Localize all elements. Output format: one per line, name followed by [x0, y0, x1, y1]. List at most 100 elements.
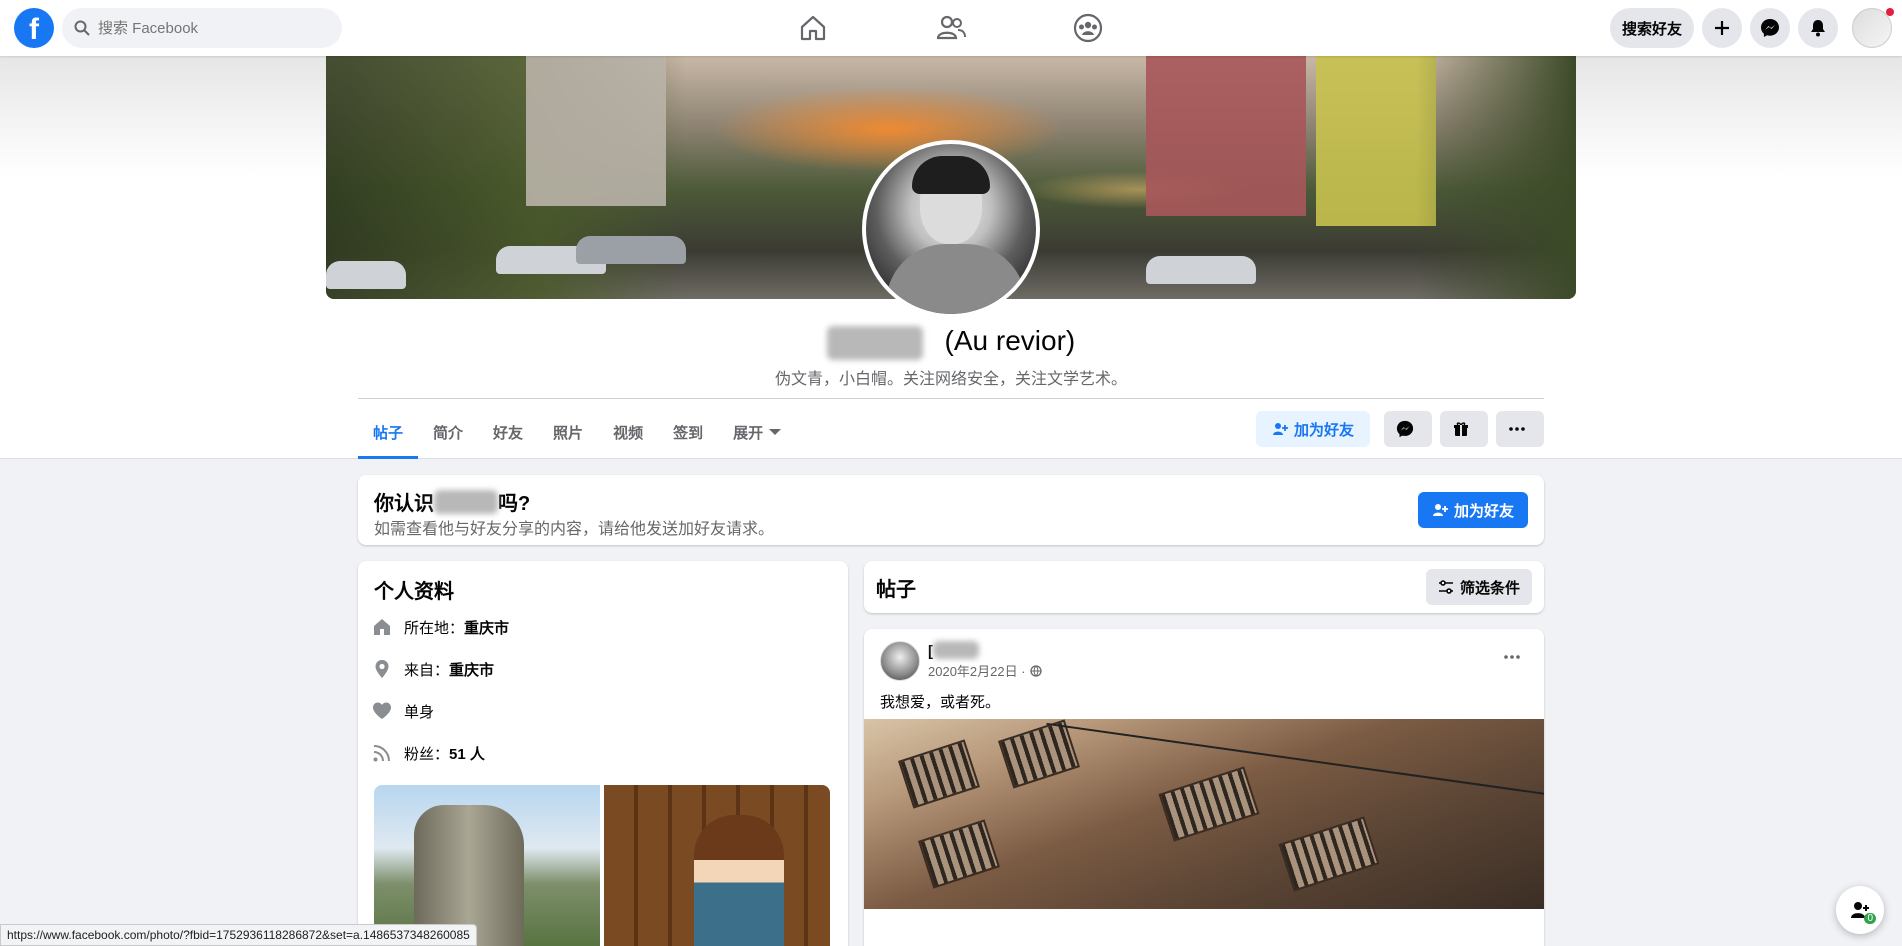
profile-bio: 伪文青，小白帽。关注网络安全，关注文学艺术。	[774, 371, 1127, 388]
intro-label: 来自：	[404, 661, 450, 679]
message-button[interactable]	[1384, 411, 1432, 447]
intro-item-hometown: 来自： 重庆市	[372, 657, 494, 681]
add-friend-icon	[1432, 504, 1448, 516]
contacts-float-button[interactable]: 0	[1836, 886, 1884, 934]
friends-icon[interactable]	[935, 12, 967, 44]
add-friend-label: 加为好友	[1453, 502, 1514, 520]
filter-button[interactable]: 筛选条件	[1425, 569, 1532, 605]
gift-icon	[1454, 422, 1468, 436]
more-options-button[interactable]	[1496, 411, 1544, 447]
gift-button[interactable]	[1440, 411, 1488, 447]
profile-picture-body	[886, 244, 1026, 314]
intro-photo-2[interactable]	[604, 785, 830, 946]
add-friend-label: 加为好友	[1294, 421, 1355, 439]
groups-icon[interactable]	[1072, 12, 1104, 44]
redacted-name	[434, 490, 498, 514]
tab-posts[interactable]: 帖子	[358, 405, 419, 459]
more-horizontal-icon	[1509, 427, 1525, 431]
float-badge: 0	[1864, 913, 1876, 924]
tab-label: 视频	[613, 424, 644, 442]
heart-icon	[372, 701, 392, 721]
intro-value: 单身	[404, 703, 435, 721]
tab-about[interactable]: 简介	[418, 405, 478, 459]
header-actions: 加为好友	[1256, 411, 1371, 447]
tab-label: 照片	[553, 424, 584, 442]
cover-building	[526, 56, 666, 206]
tab-friends[interactable]: 好友	[478, 405, 538, 459]
filter-label: 筛选条件	[1459, 579, 1520, 597]
add-friend-button-secondary[interactable]: 加为好友	[1417, 492, 1528, 528]
cover-trees-right	[1416, 56, 1576, 299]
search-input[interactable]	[98, 8, 328, 48]
redacted-name	[933, 641, 979, 659]
browser-status-url: https://www.facebook.com/photo/?fbid=175…	[0, 924, 477, 946]
messenger-button[interactable]	[1750, 8, 1790, 48]
profile-tabs: 帖子 简介 好友 照片 视频 签到 展开	[358, 405, 796, 459]
intro-title: 个人资料	[374, 581, 454, 603]
messenger-icon	[1396, 420, 1414, 438]
notifications-button[interactable]	[1798, 8, 1838, 48]
image-window	[917, 819, 1001, 889]
tab-label: 好友	[493, 424, 524, 442]
posts-title: 帖子	[876, 579, 916, 601]
more-horizontal-icon	[1504, 655, 1520, 659]
post-card: [ 2020年2月22日 · 我想爱，或者死。	[864, 629, 1544, 946]
globe-icon	[1029, 664, 1042, 677]
tab-checkins[interactable]: 签到	[658, 405, 718, 459]
plus-icon	[1715, 21, 1729, 35]
notification-dot	[1886, 8, 1894, 16]
tab-videos[interactable]: 视频	[598, 405, 658, 459]
bell-icon	[1811, 20, 1825, 37]
intro-value: 重庆市	[449, 661, 495, 679]
tab-label: 展开	[733, 424, 764, 442]
image-window	[1278, 816, 1380, 892]
search-box[interactable]	[62, 8, 342, 48]
create-button[interactable]	[1702, 8, 1742, 48]
find-friends-button[interactable]: 搜索好友	[1610, 8, 1694, 48]
post-text: 我想爱，或者死。	[880, 694, 1001, 711]
intro-photo-1[interactable]	[374, 785, 600, 946]
chevron-down-icon	[769, 429, 782, 435]
know-title-suffix: 吗?	[498, 493, 531, 515]
profile-picture[interactable]	[862, 140, 1040, 318]
intro-label: 所在地：	[404, 619, 465, 637]
home-icon[interactable]	[797, 12, 829, 44]
profile-picture-hair	[912, 156, 990, 194]
post-image[interactable]	[864, 719, 1544, 909]
cover-car	[1146, 256, 1256, 284]
post-meta: 2020年2月22日 ·	[928, 661, 1042, 680]
cover-car	[326, 261, 406, 289]
header-actions-secondary	[1384, 411, 1544, 447]
tab-label: 帖子	[373, 424, 404, 442]
filter-sliders-icon	[1438, 580, 1453, 594]
image-window	[997, 719, 1081, 789]
messenger-icon	[1761, 19, 1779, 37]
tab-photos[interactable]: 照片	[538, 405, 598, 459]
search-icon	[74, 20, 90, 36]
redacted-name	[826, 325, 923, 360]
rss-icon	[372, 743, 392, 763]
intro-card: 个人资料 所在地： 重庆市 来自： 重庆市 单身 粉丝： 51 人	[358, 561, 848, 946]
add-friend-icon	[1273, 423, 1288, 435]
cover-building	[1146, 56, 1306, 216]
find-friends-label: 搜索好友	[1621, 20, 1682, 38]
add-friend-button[interactable]: 加为好友	[1256, 411, 1371, 447]
know-person-card: 你认识 吗? 如需查看他与好友分享的内容，请给他发送加好友请求。 加为好友	[358, 475, 1544, 545]
tab-more[interactable]: 展开	[718, 405, 796, 459]
facebook-logo-icon[interactable]: f	[14, 8, 54, 48]
intro-item-followers: 粉丝： 51 人	[372, 741, 485, 765]
image-window	[1158, 766, 1260, 842]
post-more-button[interactable]	[1496, 645, 1528, 669]
post-author-name[interactable]: [	[928, 641, 979, 660]
post-date[interactable]: 2020年2月22日 ·	[928, 661, 1026, 680]
know-card-title: 你认识 吗?	[374, 487, 530, 516]
post-author-avatar[interactable]	[880, 641, 920, 681]
know-title-prefix: 你认识	[374, 493, 434, 515]
home-icon	[372, 617, 392, 637]
header-divider	[358, 398, 1544, 399]
tab-label: 签到	[673, 424, 704, 442]
profile-name-suffix: (Au revior)	[944, 325, 1076, 356]
intro-item-location: 所在地： 重庆市	[372, 615, 509, 639]
image-wire	[1046, 722, 1544, 798]
intro-value: 51 人	[449, 745, 485, 763]
